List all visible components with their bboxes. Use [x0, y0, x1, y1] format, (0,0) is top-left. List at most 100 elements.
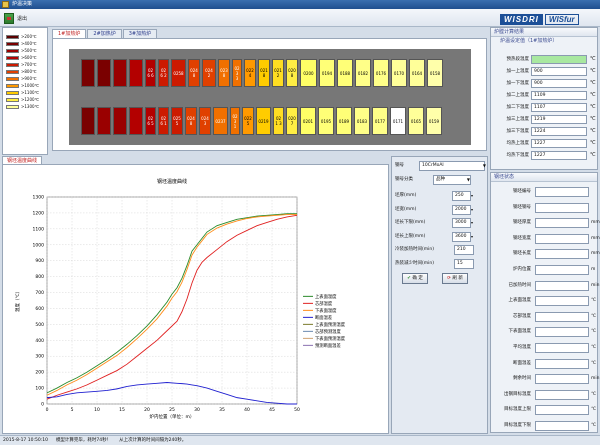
refresh-button[interactable]: ⟳ 刷 新 [442, 273, 468, 284]
slab-block[interactable]: 0194 [319, 59, 335, 87]
slab-block[interactable]: 026 1 [158, 107, 169, 135]
chevron-down-icon[interactable]: ▾ [471, 207, 473, 212]
slab-block[interactable]: 0170 [391, 59, 407, 87]
setpoint-value[interactable]: 1227 [531, 151, 587, 160]
setpoint-value[interactable]: 1224 [531, 127, 587, 136]
slab-block[interactable]: 022 5 [242, 107, 254, 135]
slab-block[interactable]: 0165 [408, 107, 424, 135]
chevron-down-icon[interactable]: ▾ [471, 220, 473, 225]
window-title: 炉温决策 [12, 1, 33, 7]
param-input[interactable]: 210 [454, 245, 474, 255]
setpoint-value[interactable]: 1227 [531, 139, 587, 148]
slab-status-field[interactable] [535, 358, 589, 369]
slab-block[interactable]: 0219 [256, 107, 271, 135]
tab-furnace-3[interactable]: 3#加热炉 [122, 29, 158, 38]
slab-block[interactable]: 023 1 [230, 107, 240, 135]
slab-block[interactable] [81, 107, 95, 135]
slab-block[interactable]: 021 3 [273, 107, 284, 135]
exit-button[interactable]: 退出 [4, 11, 44, 25]
chevron-down-icon[interactable]: ▾ [471, 193, 473, 198]
chevron-down-icon[interactable]: ▾ [471, 234, 473, 239]
setpoint-value[interactable]: 1109 [531, 91, 587, 100]
slab-block[interactable]: 0177 [372, 107, 388, 135]
slab-block[interactable]: 0159 [426, 107, 442, 135]
slab-block[interactable]: 021 8 [258, 59, 270, 87]
slab-status-field[interactable] [535, 233, 589, 244]
steel-class-select[interactable]: 品种 [433, 175, 471, 185]
slab-block[interactable]: 0242 [202, 59, 216, 87]
slab-status-field[interactable] [535, 265, 589, 275]
slab-block[interactable] [97, 107, 111, 135]
chevron-down-icon[interactable]: ▼ [467, 177, 470, 182]
slab-block[interactable]: 0258 [171, 59, 186, 87]
slab-status-field[interactable] [535, 218, 589, 229]
slab-block[interactable] [129, 107, 143, 135]
slab-block[interactable]: 026 5 [145, 107, 156, 135]
param-input[interactable]: 250 [452, 191, 471, 201]
slab-block[interactable]: 0182 [355, 59, 371, 87]
confirm-button[interactable]: ✔ 确 定 [402, 273, 428, 284]
slab-block[interactable] [113, 59, 127, 87]
slab-block[interactable]: 0189 [336, 107, 352, 135]
param-input[interactable]: 3600 [452, 231, 471, 242]
slab-status-field[interactable] [535, 202, 589, 213]
slab-block[interactable] [81, 59, 95, 87]
slab-block[interactable]: 025 5 [171, 107, 183, 135]
slab-block[interactable]: 023 8 [218, 59, 230, 87]
slab-status-field[interactable] [535, 374, 589, 385]
steel-grade-select[interactable]: 10CrMoAl [419, 161, 485, 171]
tab-slab-temperature-curve[interactable]: 钢坯温度曲线 [2, 156, 43, 164]
slab-block[interactable] [97, 59, 111, 87]
slab-block[interactable]: 0237 [213, 107, 228, 135]
slab-block[interactable]: 0201 [300, 107, 316, 135]
slab-block[interactable]: 026 2 [158, 59, 169, 87]
slab-block[interactable]: 0164 [409, 59, 425, 87]
setpoint-label: 加一上温度 [506, 69, 530, 74]
slab-block[interactable]: 024 3 [199, 107, 211, 135]
chevron-down-icon[interactable]: ▼ [483, 163, 486, 168]
slab-status-field[interactable] [535, 389, 589, 400]
tab-furnace-2[interactable]: 2#加热炉 [87, 29, 122, 38]
tab-furnace-1[interactable]: 1#加热炉 [52, 29, 87, 38]
slab-status-field[interactable] [535, 280, 589, 291]
slab-block[interactable]: 0195 [318, 107, 334, 135]
slab-block[interactable]: 0171 [390, 107, 406, 135]
slab-block[interactable]: 024 8 [185, 107, 197, 135]
param-input[interactable]: 3000 [452, 218, 471, 228]
slab-block[interactable]: 021 2 [272, 59, 284, 87]
slab-status-field[interactable] [535, 343, 589, 353]
slab-block[interactable]: 023 3 [232, 59, 242, 87]
setpoint-value[interactable] [531, 55, 587, 64]
slab-block[interactable]: 0183 [354, 107, 370, 135]
slab-block[interactable]: 0158 [427, 59, 443, 87]
slab-block[interactable]: 020 7 [286, 107, 298, 135]
slab-block[interactable]: 022 4 [244, 59, 256, 87]
y-tick-label: 1100 [33, 226, 45, 232]
slab-block[interactable]: 024 8 [188, 59, 200, 87]
param-input[interactable]: 2000 [452, 204, 471, 215]
legend-swatch [6, 48, 19, 53]
setpoint-value[interactable]: 1107 [531, 103, 587, 112]
slab-block[interactable]: 026 6 [145, 59, 156, 87]
slab-status-field[interactable] [535, 405, 589, 416]
slab-status-field[interactable] [535, 311, 589, 322]
setpoint-value[interactable]: 1219 [531, 115, 587, 124]
slab-block[interactable]: 020 8 [286, 59, 298, 87]
slab-status-field[interactable] [535, 421, 589, 431]
setpoint-value[interactable]: 900 [531, 67, 587, 76]
param-input[interactable]: 15 [454, 258, 474, 269]
slab-status-field[interactable] [535, 327, 589, 338]
slab-block[interactable]: 0200 [300, 59, 317, 87]
legend-item: >800℃ [6, 69, 36, 74]
slab-block[interactable] [113, 107, 127, 135]
slab-block[interactable] [129, 59, 143, 87]
slab-status-label: 剩余时间 [513, 376, 531, 382]
slab-status-label: 下表面温度 [508, 329, 532, 335]
slab-block[interactable]: 0176 [373, 59, 389, 87]
slab-block[interactable]: 0188 [337, 59, 353, 87]
setpoint-value[interactable]: 900 [531, 79, 587, 88]
slab-status-field[interactable] [535, 187, 589, 197]
slab-status-field[interactable] [535, 249, 589, 260]
setpoint-row: 加三上温度 1219 ℃ [499, 115, 597, 124]
slab-status-field[interactable] [535, 296, 589, 307]
